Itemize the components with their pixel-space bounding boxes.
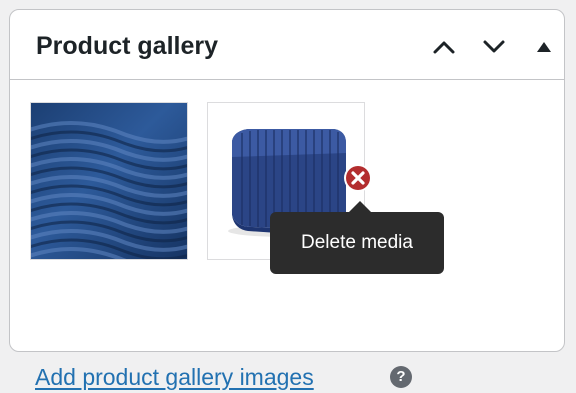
gallery-image-fabric[interactable]	[30, 102, 188, 260]
panel-header: Product gallery	[10, 10, 564, 80]
add-product-gallery-images-link[interactable]: Add product gallery images	[35, 361, 314, 393]
delete-media-tooltip: Delete media	[270, 212, 444, 274]
panel-body: Delete media Add product gallery images …	[10, 80, 564, 390]
toggle-panel-button[interactable]	[528, 32, 560, 62]
chevron-down-icon	[483, 40, 505, 53]
move-up-button[interactable]	[428, 32, 460, 62]
delete-x-circle-icon[interactable]	[343, 163, 373, 193]
tooltip-arrow	[349, 201, 371, 212]
triangle-up-icon	[537, 42, 551, 52]
help-icon[interactable]: ?	[390, 366, 412, 388]
chevron-up-icon	[433, 41, 455, 54]
panel-title: Product gallery	[36, 32, 218, 60]
move-down-button[interactable]	[478, 32, 510, 62]
product-gallery-panel: Product gallery Delete media Add product…	[9, 9, 565, 390]
fabric-closeup-image	[31, 103, 187, 259]
